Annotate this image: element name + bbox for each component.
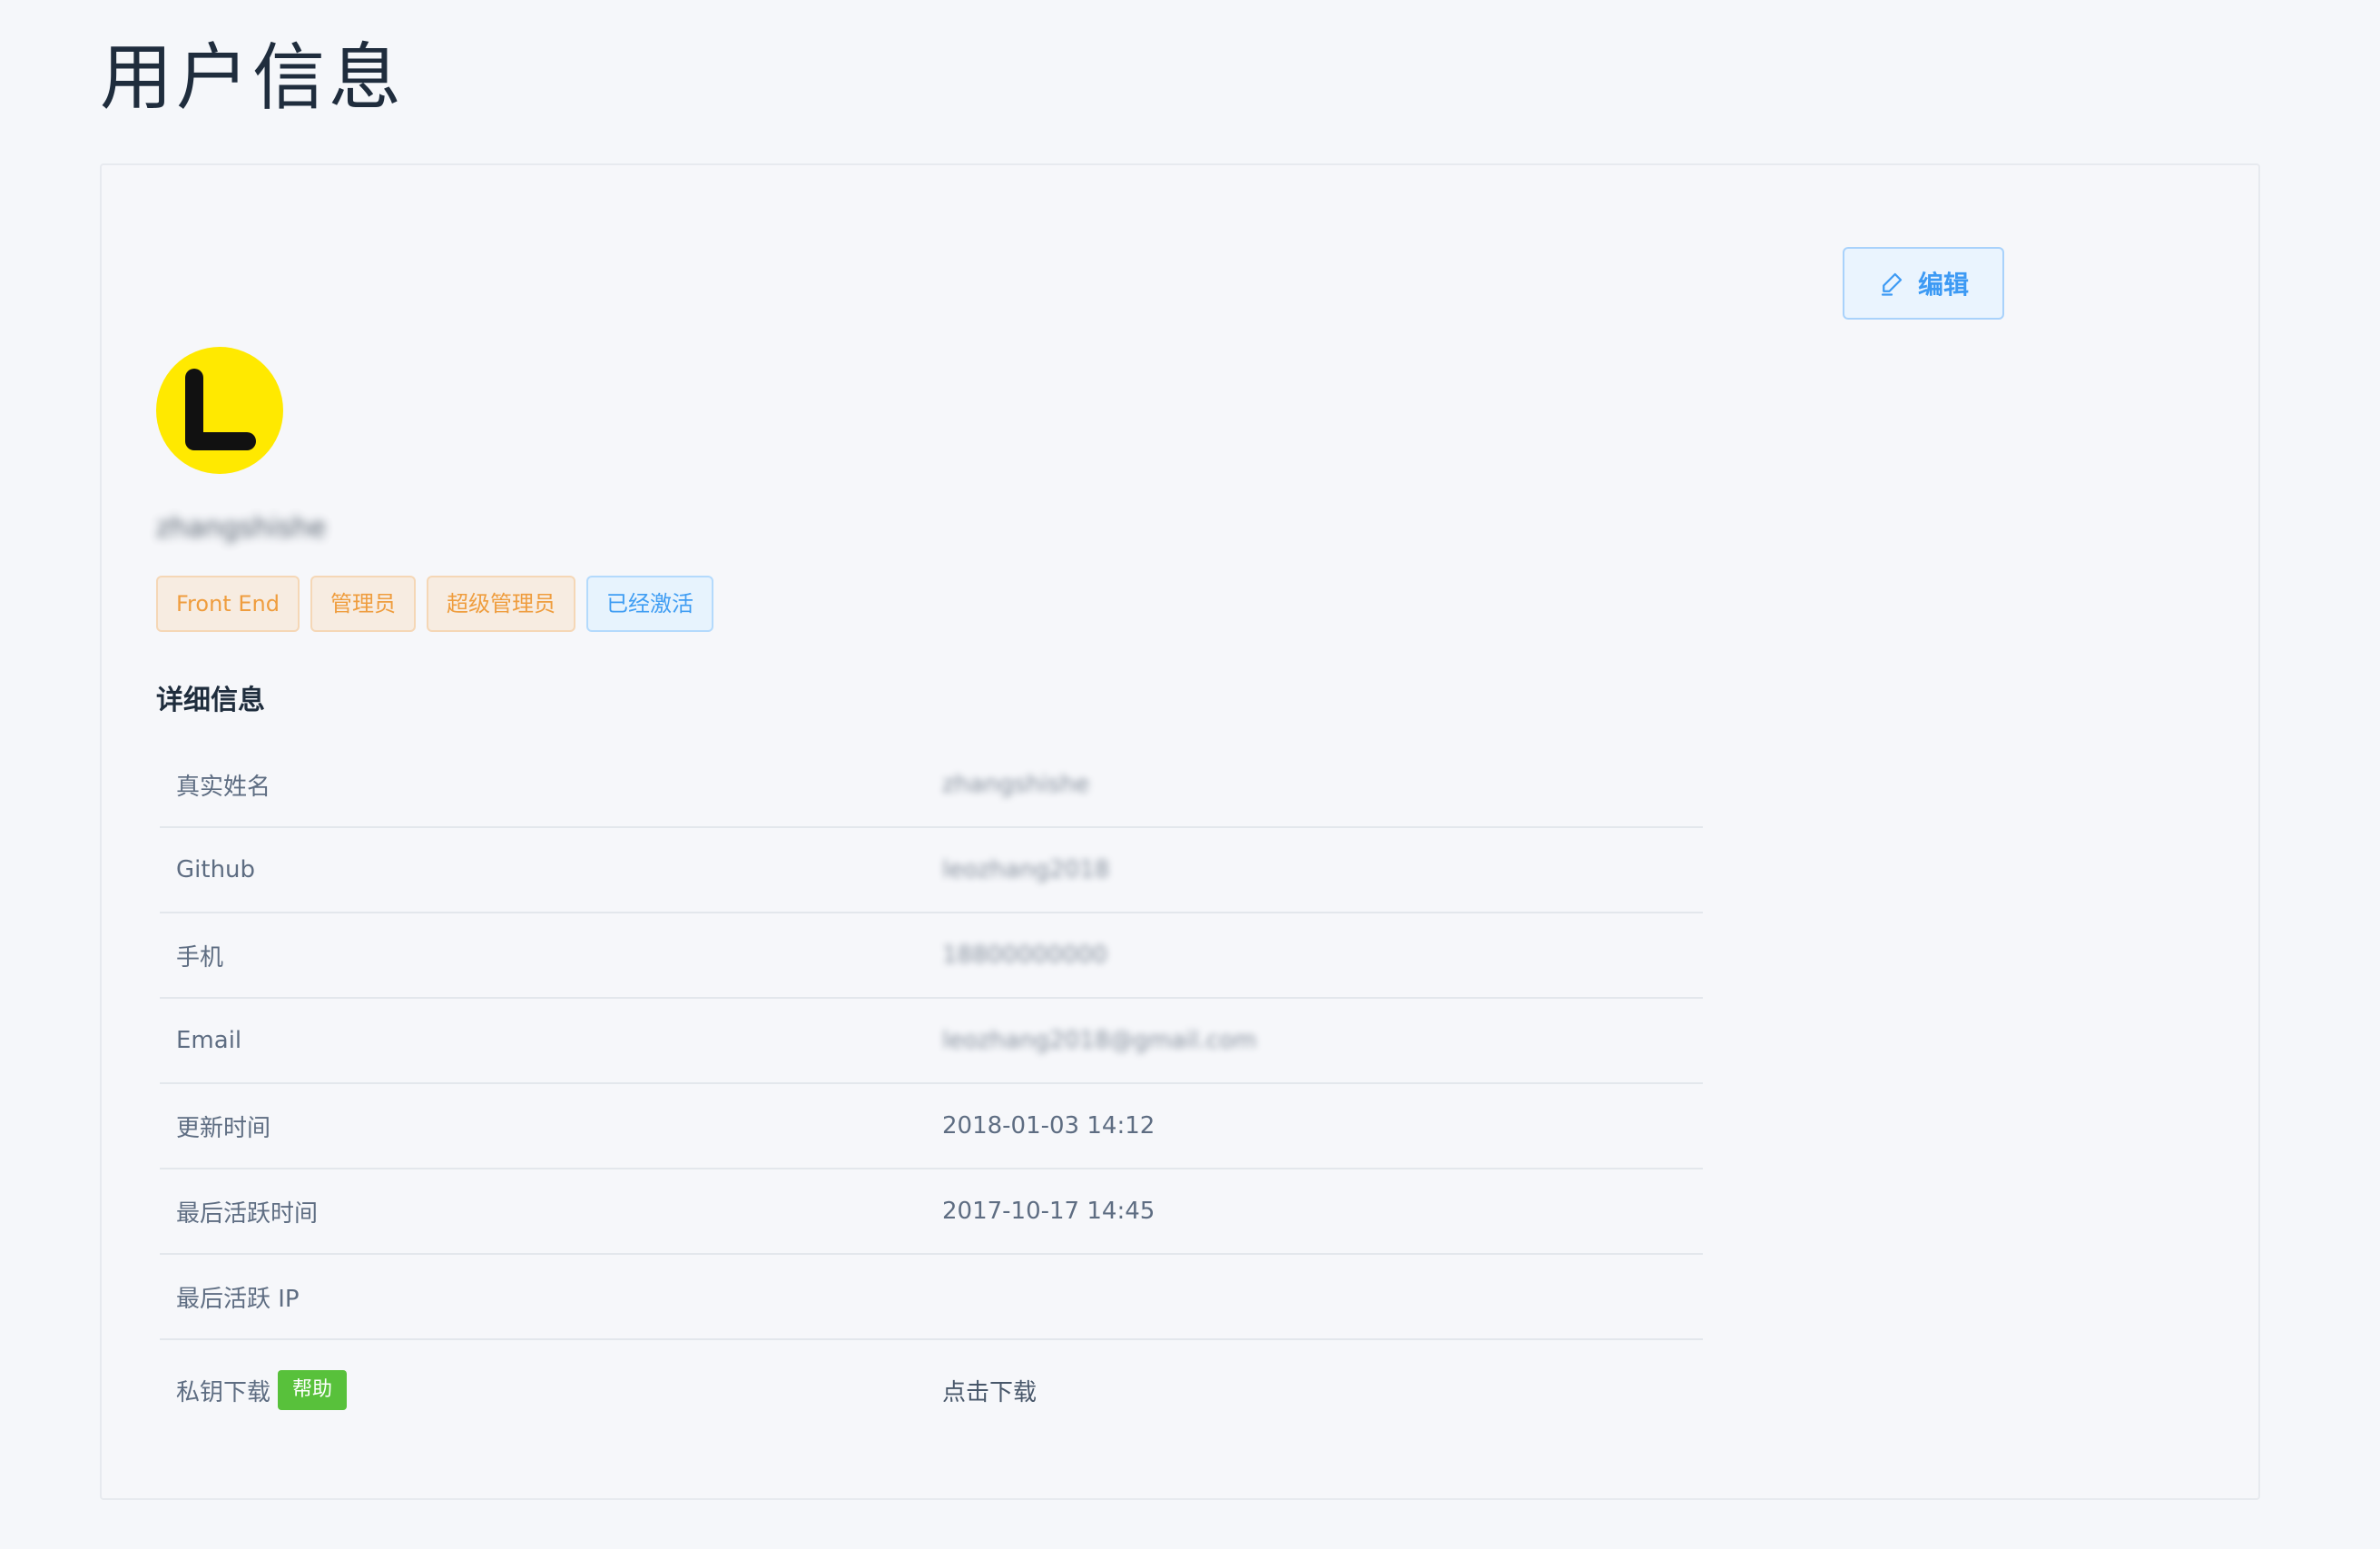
detail-value-real-name: zhangshishe bbox=[942, 771, 1090, 798]
tag-front-end: Front End bbox=[156, 576, 300, 632]
edit-button[interactable]: 编辑 bbox=[1843, 247, 2004, 320]
detail-key-email: Email bbox=[160, 999, 928, 1082]
detail-key-last-active: 最后活跃时间 bbox=[160, 1169, 928, 1253]
detail-value-private-key: 点击下载 bbox=[928, 1340, 1703, 1440]
tag-list: Front End 管理员 超级管理员 已经激活 bbox=[156, 576, 713, 632]
table-row: 更新时间 2018-01-03 14:12 bbox=[160, 1084, 1703, 1169]
page: 用户信息 编辑 L zhangshishe Front End 管理员 超级管理… bbox=[0, 0, 2380, 1549]
svg-text:L: L bbox=[220, 419, 221, 420]
table-row: 最后活跃时间 2017-10-17 14:45 bbox=[160, 1169, 1703, 1255]
detail-value-last-ip bbox=[928, 1255, 1703, 1338]
private-key-label: 私钥下载 bbox=[176, 1378, 271, 1406]
detail-key-private-key: 私钥下载 帮助 bbox=[160, 1340, 928, 1440]
page-title: 用户信息 bbox=[100, 35, 405, 120]
detail-value-email: leozhang2018@gmail.com bbox=[942, 1027, 1257, 1054]
detail-value-updated-at: 2018-01-03 14:12 bbox=[942, 1112, 1156, 1140]
section-title-details: 详细信息 bbox=[156, 685, 265, 716]
download-link[interactable]: 点击下载 bbox=[942, 1374, 1037, 1407]
table-row: 真实姓名 zhangshishe bbox=[160, 743, 1703, 828]
edit-button-label: 编辑 bbox=[1917, 270, 1969, 300]
user-info-card: 编辑 L zhangshishe Front End 管理员 超级管理员 已经激… bbox=[100, 163, 2260, 1500]
avatar-letter-l: L bbox=[185, 369, 256, 450]
detail-value-phone: 18800000000 bbox=[942, 942, 1107, 969]
pencil-icon bbox=[1881, 272, 1903, 296]
detail-key-phone: 手机 bbox=[160, 913, 928, 997]
detail-key-last-ip: 最后活跃 IP bbox=[160, 1255, 928, 1338]
table-row: 私钥下载 帮助 点击下载 bbox=[160, 1340, 1703, 1440]
detail-table: 真实姓名 zhangshishe Github leozhang2018 手机 … bbox=[160, 743, 1703, 1440]
table-row: Email leozhang2018@gmail.com bbox=[160, 999, 1703, 1084]
table-row: 最后活跃 IP bbox=[160, 1255, 1703, 1340]
detail-key-github: Github bbox=[160, 828, 928, 912]
detail-value-github: leozhang2018 bbox=[942, 856, 1110, 883]
detail-key-updated-at: 更新时间 bbox=[160, 1084, 928, 1168]
tag-admin: 管理员 bbox=[310, 576, 416, 632]
username: zhangshishe bbox=[156, 512, 327, 544]
detail-key-real-name: 真实姓名 bbox=[160, 743, 928, 826]
tag-activated: 已经激活 bbox=[585, 576, 713, 632]
table-row: 手机 18800000000 bbox=[160, 913, 1703, 999]
detail-value-last-active: 2017-10-17 14:45 bbox=[942, 1198, 1156, 1225]
help-badge[interactable]: 帮助 bbox=[278, 1370, 348, 1410]
avatar: L bbox=[156, 347, 283, 474]
tag-super-admin: 超级管理员 bbox=[426, 576, 575, 632]
table-row: Github leozhang2018 bbox=[160, 828, 1703, 913]
